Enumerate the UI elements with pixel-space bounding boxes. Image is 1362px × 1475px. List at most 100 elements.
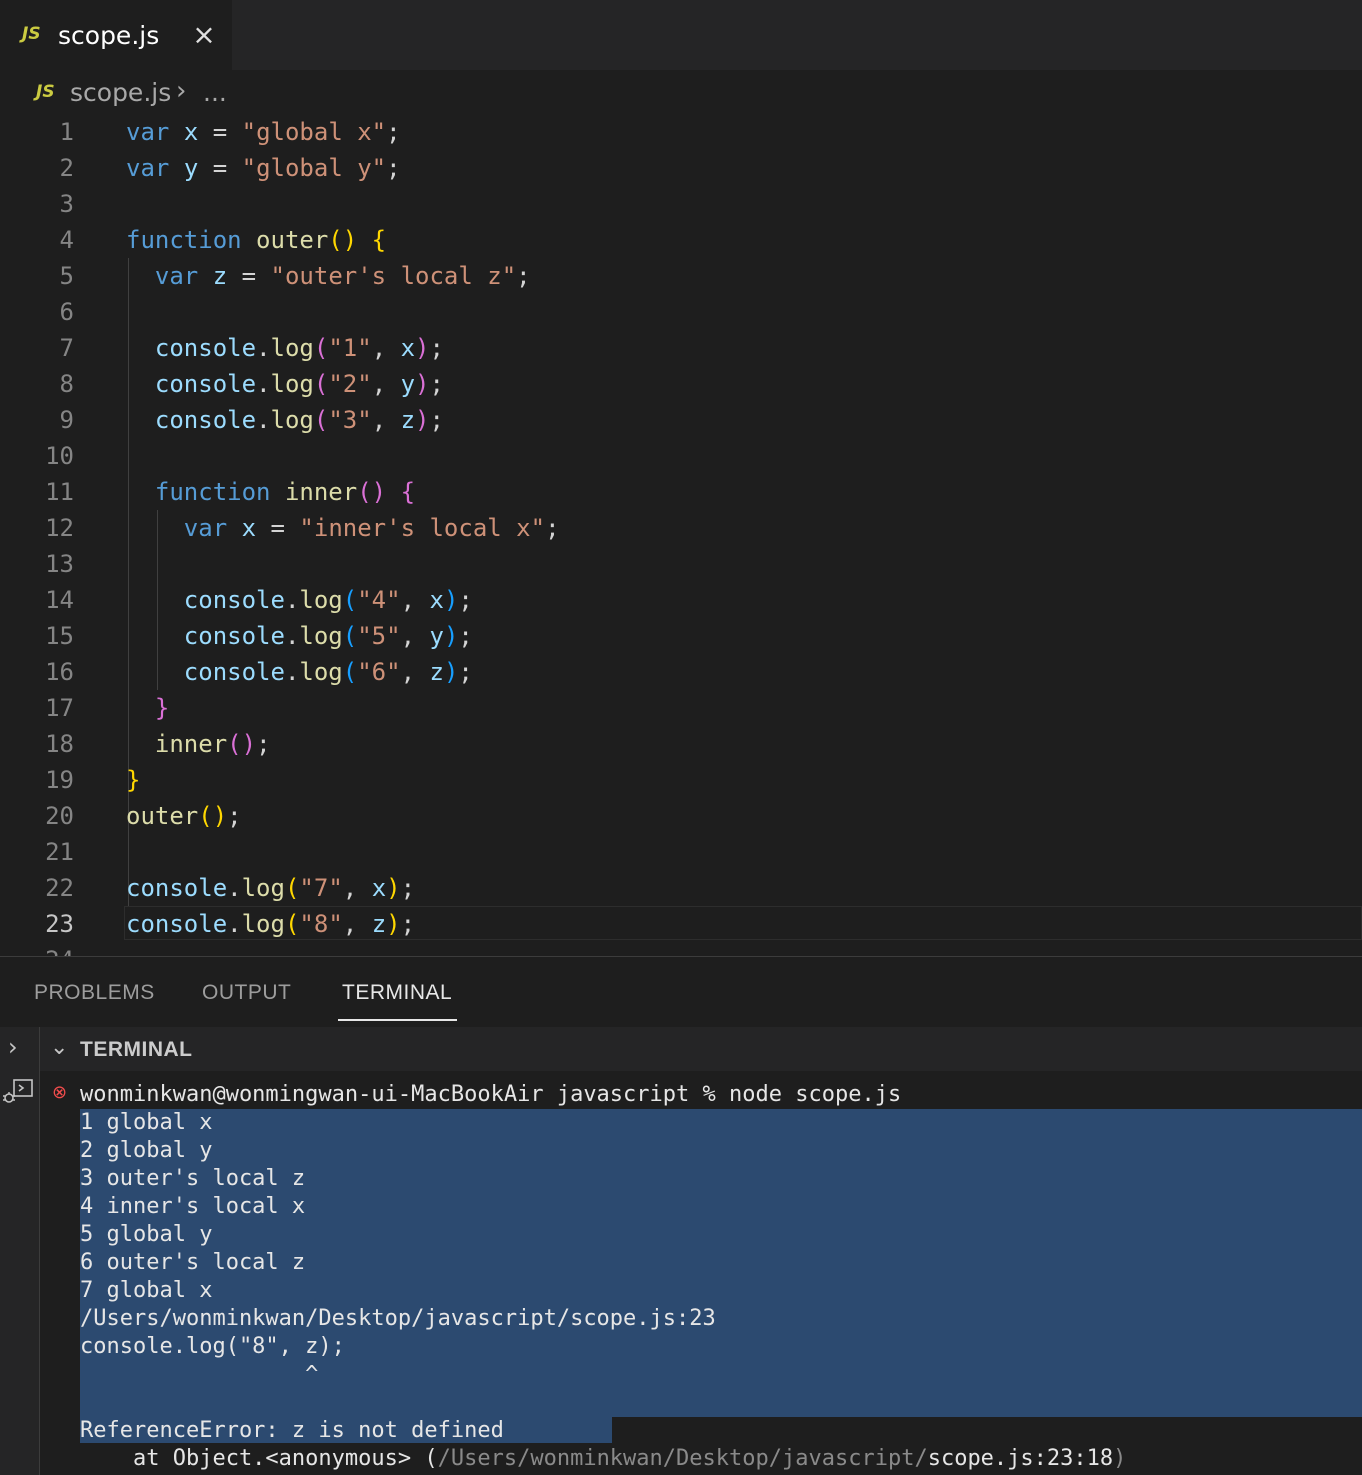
line-number: 20 [45, 802, 74, 830]
code-text: console.log("4", x); [183, 586, 473, 614]
code-line: 2 var y = "global y"; [0, 150, 1362, 186]
code-line: 16 console.log("6", z); [0, 654, 1362, 690]
terminal-line: 1 global x [80, 1110, 213, 1135]
code-line: 17 } [0, 690, 1362, 726]
terminal-section-title: TERMINAL [80, 1038, 193, 1061]
terminal-line: 2 global y [80, 1138, 213, 1163]
code-line: 10 [0, 438, 1362, 474]
line-number: 14 [45, 586, 74, 614]
code-text: var x = "global x"; [126, 118, 401, 146]
code-line: 12 var x = "inner's local x"; [0, 510, 1362, 546]
terminal-prompt: wonminkwan@wonmingwan-ui-MacBookAir java… [80, 1082, 902, 1107]
terminal-line: 3 outer's local z [80, 1166, 306, 1191]
code-line: 13 [0, 546, 1362, 582]
code-text: console.log("2", y); [154, 370, 444, 398]
line-number: 22 [45, 874, 74, 902]
chevron-down-icon[interactable]: ⌄ [50, 1035, 68, 1060]
code-text: var x = "inner's local x"; [183, 514, 560, 542]
active-tab-indicator [338, 1019, 457, 1021]
code-line: 3 [0, 186, 1362, 222]
code-line-active: 23 console.log("8", z); [0, 906, 1362, 942]
code-line: 5 var z = "outer's local z"; [0, 258, 1362, 294]
line-number: 12 [45, 514, 74, 542]
debug-console-icon[interactable] [2, 1077, 34, 1105]
code-line: 6 [0, 294, 1362, 330]
chevron-right-icon: › [176, 76, 187, 106]
code-line: 24 [0, 942, 1362, 956]
error-circle-icon: ⊗ [52, 1082, 68, 1103]
code-line: 1 var x = "global x"; [0, 114, 1362, 150]
tab-terminal[interactable]: TERMINAL [342, 981, 452, 1005]
code-text: inner(); [154, 730, 271, 758]
code-line: 7 console.log("1", x); [0, 330, 1362, 366]
code-line: 18 inner(); [0, 726, 1362, 762]
line-number: 9 [59, 406, 74, 434]
stack-path: /Users/wonminkwan/Desktop/javascript/ [437, 1446, 928, 1471]
tab-title: scope.js [58, 21, 160, 50]
line-number: 16 [45, 658, 74, 686]
code-text: console.log("6", z); [183, 658, 473, 686]
terminal-line: 7 global x [80, 1278, 213, 1303]
stack-suffix: ) [1113, 1446, 1127, 1471]
terminal-line: console.log("8", z); [80, 1334, 345, 1359]
line-number: 19 [45, 766, 74, 794]
editor-tab-scope-js[interactable]: JS scope.js × [0, 0, 232, 70]
line-number: 8 [59, 370, 74, 398]
line-number: 10 [45, 442, 74, 470]
code-line: 9 console.log("3", z); [0, 402, 1362, 438]
terminal-line: /Users/wonminkwan/Desktop/javascript/sco… [80, 1306, 716, 1331]
code-text: console.log("3", z); [154, 406, 444, 434]
code-line: 19 } [0, 762, 1362, 798]
stack-file[interactable]: scope.js:23:18 [928, 1446, 1113, 1471]
code-line: 11 function inner() { [0, 474, 1362, 510]
line-number: 6 [59, 298, 74, 326]
code-editor[interactable]: 1 var x = "global x"; 2 var y = "global … [0, 114, 1362, 956]
tab-output[interactable]: OUTPUT [202, 981, 291, 1005]
code-line: 22 console.log("7", x); [0, 870, 1362, 906]
chevron-right-icon[interactable]: › [8, 1033, 18, 1061]
line-number: 4 [59, 226, 74, 254]
code-line: 14 console.log("4", x); [0, 582, 1362, 618]
code-line: 8 console.log("2", y); [0, 366, 1362, 402]
line-number: 23 [45, 910, 74, 938]
line-number: 3 [59, 190, 74, 218]
terminal-line: 4 inner's local x [80, 1194, 306, 1219]
line-number: 2 [59, 154, 74, 182]
javascript-file-icon: JS [22, 24, 41, 44]
tab-problems[interactable]: PROBLEMS [34, 981, 155, 1005]
breadcrumb-file[interactable]: scope.js [70, 78, 171, 107]
code-text: var z = "outer's local z"; [154, 262, 531, 290]
code-line: 15 console.log("5", y); [0, 618, 1362, 654]
line-number: 5 [59, 262, 74, 290]
terminal-side-strip: › [0, 1027, 40, 1475]
line-number: 17 [45, 694, 74, 722]
bottom-panel: PROBLEMS OUTPUT TERMINAL › ⌄ TERMINAL ⊗ … [0, 956, 1362, 1475]
code-line: 20 outer(); [0, 798, 1362, 834]
terminal-output[interactable]: ⊗ wonminkwan@wonmingwan-ui-MacBookAir ja… [40, 1071, 1362, 1475]
code-text: console.log("8", z); [126, 910, 416, 938]
line-number: 7 [59, 334, 74, 362]
close-icon[interactable]: × [190, 18, 218, 52]
line-number: 1 [59, 118, 74, 146]
breadcrumb-symbols[interactable]: ... [203, 78, 227, 107]
line-number: 11 [45, 478, 74, 506]
terminal-line: 5 global y [80, 1222, 213, 1247]
code-line: 4 function outer() { [0, 222, 1362, 258]
code-text: console.log("7", x); [126, 874, 416, 902]
tab-bar: JS scope.js × [0, 0, 1362, 70]
code-text: function inner() { [154, 478, 416, 506]
breadcrumb: JS scope.js › ... [0, 70, 1362, 114]
terminal-section-header[interactable]: ⌄ TERMINAL [40, 1027, 1362, 1071]
line-number: 15 [45, 622, 74, 650]
code-text: console.log("5", y); [183, 622, 473, 650]
code-text: function outer() { [126, 226, 387, 254]
line-number: 21 [45, 838, 74, 866]
line-number: 24 [0, 942, 74, 956]
code-text: var y = "global y"; [126, 154, 401, 182]
stack-prefix: at Object.<anonymous> ( [80, 1446, 438, 1471]
terminal-error-line: ReferenceError: z is not defined [80, 1418, 504, 1443]
code-text: } [126, 766, 141, 794]
terminal-line: 6 outer's local z [80, 1250, 306, 1275]
code-text: } [154, 694, 170, 722]
javascript-file-icon: JS [36, 82, 55, 102]
